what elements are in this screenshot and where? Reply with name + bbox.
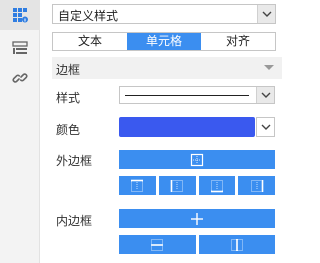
inner-border-label: 内边框	[56, 214, 93, 228]
hyperlink-tab[interactable]	[0, 63, 40, 93]
style-preset-value: 自定义样式	[58, 9, 119, 23]
tab-cell[interactable]: 单元格	[127, 33, 201, 50]
style-tabs: 文本 单元格 对齐	[52, 32, 276, 51]
outer-border-all-button[interactable]	[119, 150, 275, 169]
border-bottom-icon	[210, 179, 223, 192]
border-inner-vertical-icon	[230, 238, 243, 251]
tab-align[interactable]: 对齐	[201, 33, 275, 50]
collapse-arrow-icon[interactable]	[264, 65, 274, 70]
border-right-button[interactable]	[238, 176, 275, 195]
border-inner-horizontal-icon	[151, 238, 164, 251]
border-line-style-select[interactable]	[119, 86, 275, 104]
border-inner-icon	[191, 212, 203, 225]
outer-border-sides	[119, 176, 275, 195]
chevron-down-icon[interactable]	[256, 117, 275, 137]
border-left-button[interactable]	[158, 176, 196, 195]
border-outer-icon	[190, 153, 204, 166]
border-right-icon	[250, 179, 263, 192]
cell-attributes-tab[interactable]	[0, 0, 40, 30]
border-section-title: 边框	[56, 63, 81, 77]
border-color-picker[interactable]	[119, 117, 275, 137]
border-bottom-button[interactable]	[198, 176, 236, 195]
border-color-label: 颜色	[56, 123, 81, 137]
outer-border-label: 外边框	[56, 154, 93, 168]
border-section-header[interactable]: 边框	[52, 57, 282, 79]
border-top-button[interactable]	[119, 176, 156, 195]
border-style-label: 样式	[56, 91, 81, 105]
tab-text[interactable]: 文本	[53, 33, 127, 50]
style-preset-select[interactable]: 自定义样式	[52, 4, 276, 24]
solid-line-preview	[125, 95, 249, 96]
widget-settings-icon	[12, 41, 28, 54]
border-top-icon	[131, 179, 144, 192]
chevron-down-icon[interactable]	[256, 87, 274, 103]
border-inner-horizontal-button[interactable]	[119, 235, 196, 254]
inner-border-sides	[119, 235, 275, 254]
widget-settings-tab[interactable]	[0, 33, 40, 63]
border-inner-vertical-button[interactable]	[198, 235, 275, 254]
border-color-swatch[interactable]	[119, 117, 255, 137]
chevron-down-icon[interactable]	[257, 5, 275, 23]
sidebar	[0, 0, 40, 263]
border-left-icon	[170, 179, 183, 192]
hyperlink-icon	[12, 73, 28, 83]
cell-attributes-icon	[13, 8, 28, 23]
cell-style-panel: 自定义样式 文本 单元格 对齐 边框 样式 颜色 外边框 内边框	[40, 0, 287, 263]
inner-border-all-button[interactable]	[119, 209, 275, 228]
